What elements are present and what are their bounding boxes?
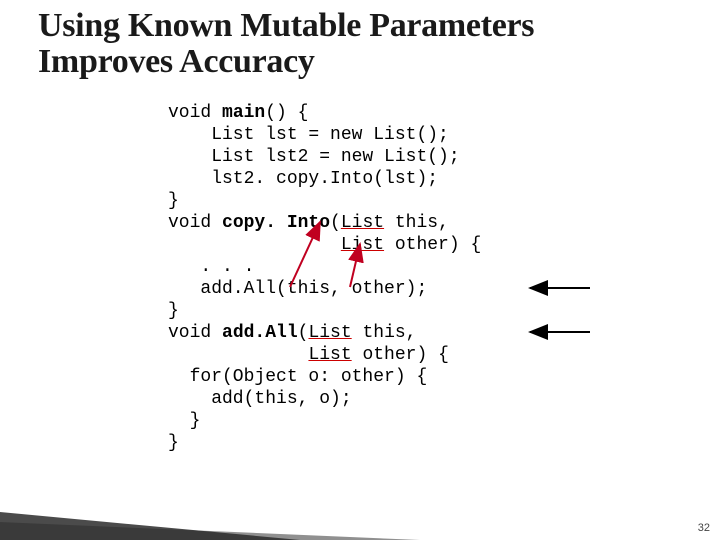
decor-triangle-dark — [0, 512, 300, 540]
code-line-11: void add.All(List this, — [168, 323, 416, 343]
slide-number: 32 — [698, 522, 710, 534]
code-line-16: } — [168, 433, 179, 453]
code-line-3: List lst2 = new List(); — [168, 147, 460, 167]
code-line-14: add(this, o); — [168, 389, 352, 409]
code-line-6: void copy. Into(List this, — [168, 213, 449, 233]
code-line-9: add.All(this, other); — [168, 279, 427, 299]
code-line-13: for(Object o: other) { — [168, 367, 427, 387]
code-line-10: } — [168, 301, 179, 321]
code-line-8: . . . — [168, 257, 254, 277]
code-line-12: List other) { — [168, 345, 449, 365]
slide-title: Using Known Mutable Parameters Improves … — [38, 8, 658, 79]
code-block: void main() { List lst = new List(); Lis… — [168, 102, 481, 454]
code-line-1: void main() { — [168, 103, 308, 123]
code-line-5: } — [168, 191, 179, 211]
code-line-7: List other) { — [168, 235, 481, 255]
code-line-2: List lst = new List(); — [168, 125, 449, 145]
code-line-4: lst2. copy.Into(lst); — [168, 169, 438, 189]
code-line-15: } — [168, 411, 200, 431]
